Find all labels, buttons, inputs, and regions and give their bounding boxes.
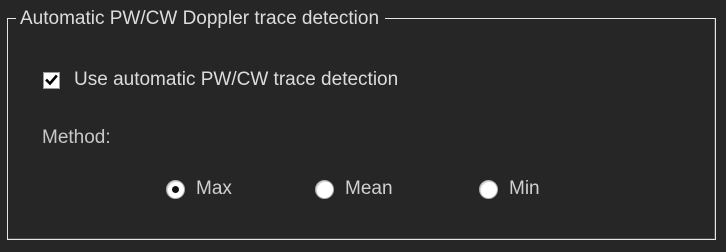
method-option-max[interactable]: Max <box>166 177 232 201</box>
method-min-radio[interactable] <box>479 179 498 199</box>
method-option-mean[interactable]: Mean <box>315 177 393 201</box>
method-option-min[interactable]: Min <box>479 177 540 201</box>
method-max-label[interactable]: Max <box>196 177 232 201</box>
method-mean-radio[interactable] <box>315 179 334 199</box>
method-min-label[interactable]: Min <box>509 177 540 201</box>
trace-detection-groupbox <box>7 18 716 240</box>
method-mean-label[interactable]: Mean <box>345 177 393 201</box>
radio-selected-dot-icon <box>172 185 179 193</box>
method-max-radio[interactable] <box>166 179 185 199</box>
checkmark-icon <box>45 74 58 85</box>
auto-trace-detection-option[interactable]: Use automatic PW/CW trace detection <box>43 68 398 92</box>
settings-panel: Automatic PW/CW Doppler trace detection … <box>0 0 726 252</box>
groupbox-title: Automatic PW/CW Doppler trace detection <box>16 7 386 31</box>
auto-trace-detection-label[interactable]: Use automatic PW/CW trace detection <box>74 68 398 92</box>
auto-trace-detection-checkbox[interactable] <box>43 71 60 89</box>
method-label: Method: <box>42 127 111 148</box>
